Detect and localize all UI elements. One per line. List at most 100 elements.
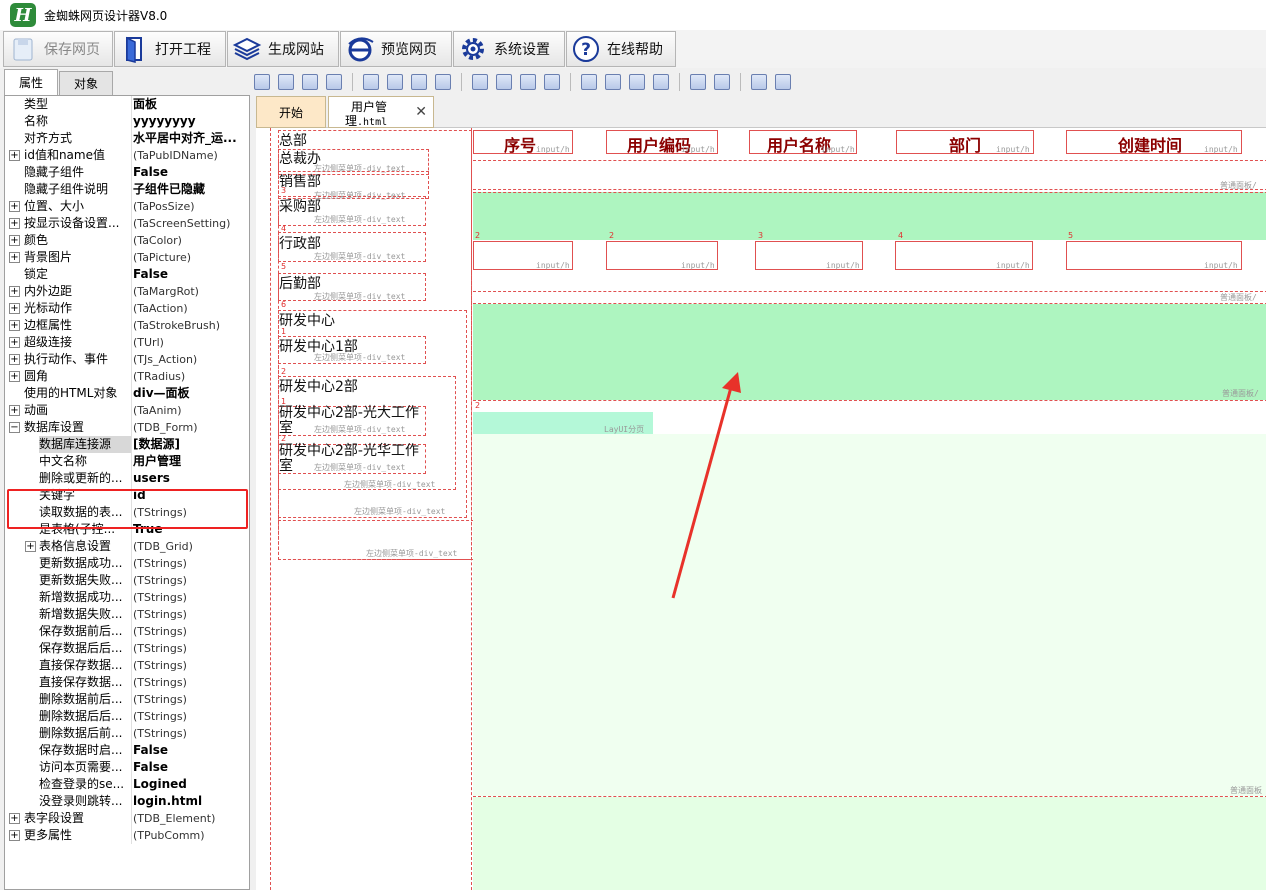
menu-item-headquarters[interactable]: 总部 bbox=[279, 130, 307, 150]
property-value[interactable]: (TStrings) bbox=[131, 674, 249, 691]
property-value[interactable]: (TaColor) bbox=[131, 232, 249, 249]
property-row[interactable]: + 边框属性 (TaStrokeBrush) bbox=[5, 317, 249, 334]
property-row[interactable]: 保存数据后后... (TStrings) bbox=[5, 640, 249, 657]
expand-icon[interactable]: + bbox=[9, 150, 20, 161]
property-value[interactable]: (TaPosSize) bbox=[131, 198, 249, 215]
property-value[interactable]: (TDB_Grid) bbox=[131, 538, 249, 555]
close-tab-icon[interactable]: ✕ bbox=[415, 104, 427, 120]
property-row[interactable]: 删除数据后后... (TStrings) bbox=[5, 708, 249, 725]
property-row[interactable]: 数据库连接源 [数据源] bbox=[5, 436, 249, 453]
property-row[interactable]: + 按显示设备设置... (TaScreenSetting) bbox=[5, 215, 249, 232]
expand-icon[interactable]: + bbox=[25, 541, 36, 552]
property-value[interactable]: (TDB_Element) bbox=[131, 810, 249, 827]
property-row[interactable]: 直接保存数据... (TStrings) bbox=[5, 674, 249, 691]
property-value[interactable]: (TaAction) bbox=[131, 300, 249, 317]
property-row[interactable]: 直接保存数据... (TStrings) bbox=[5, 657, 249, 674]
property-row[interactable]: 检查登录的se... Logined bbox=[5, 776, 249, 793]
distribute-icon[interactable] bbox=[544, 74, 560, 90]
space-horizontal-icon[interactable] bbox=[581, 74, 597, 90]
expand-icon[interactable]: + bbox=[9, 337, 20, 348]
property-row[interactable]: 删除数据后前... (TStrings) bbox=[5, 725, 249, 742]
bring-front-icon[interactable] bbox=[690, 74, 706, 90]
align-top-icon[interactable] bbox=[472, 74, 488, 90]
expand-icon[interactable]: + bbox=[9, 354, 20, 365]
property-value[interactable]: (TStrings) bbox=[131, 691, 249, 708]
property-row[interactable]: + id值和name值 (TaPubIDName) bbox=[5, 147, 249, 164]
property-row[interactable]: 保存数据时启... False bbox=[5, 742, 249, 759]
paste-control-icon[interactable] bbox=[326, 74, 342, 90]
property-value[interactable]: Logined bbox=[131, 776, 249, 793]
property-value[interactable]: (TStrings) bbox=[131, 725, 249, 742]
collapse-icon[interactable]: − bbox=[9, 422, 20, 433]
find-icon[interactable] bbox=[775, 74, 791, 90]
save-page-button[interactable]: 保存网页 bbox=[3, 31, 113, 67]
property-row[interactable]: 类型 面板 bbox=[5, 96, 249, 113]
copy-control-icon[interactable] bbox=[302, 74, 318, 90]
center-horizontal-icon[interactable] bbox=[629, 74, 645, 90]
tab-objects[interactable]: 对象 bbox=[59, 71, 114, 95]
align-center-icon[interactable] bbox=[387, 74, 403, 90]
open-project-button[interactable]: 打开工程 bbox=[114, 31, 226, 67]
property-value[interactable]: yyyyyyyy bbox=[131, 113, 249, 130]
align-middle-icon[interactable] bbox=[496, 74, 512, 90]
property-row[interactable]: 新增数据成功... (TStrings) bbox=[5, 589, 249, 606]
spell-check-icon[interactable] bbox=[751, 74, 767, 90]
menu-item-rd-center[interactable]: 研发中心 bbox=[279, 310, 335, 330]
property-value[interactable]: (TUrl) bbox=[131, 334, 249, 351]
property-value[interactable]: (TStrings) bbox=[131, 572, 249, 589]
property-value[interactable]: (TaMargRot) bbox=[131, 283, 249, 300]
property-value[interactable]: (TStrings) bbox=[131, 657, 249, 674]
property-row[interactable]: 保存数据前后... (TStrings) bbox=[5, 623, 249, 640]
property-value[interactable]: (TStrings) bbox=[131, 640, 249, 657]
tab-user-management-html[interactable]: 用户管 理.html ✕ bbox=[328, 96, 434, 128]
property-row[interactable]: + 动画 (TaAnim) bbox=[5, 402, 249, 419]
align-right-icon[interactable] bbox=[411, 74, 427, 90]
property-row[interactable]: + 表格信息设置 (TDB_Grid) bbox=[5, 538, 249, 555]
property-value[interactable]: 子组件已隐藏 bbox=[131, 181, 249, 198]
align-left-icon[interactable] bbox=[363, 74, 379, 90]
add-control-icon[interactable] bbox=[254, 74, 270, 90]
expand-icon[interactable]: + bbox=[9, 218, 20, 229]
property-value[interactable]: False bbox=[131, 742, 249, 759]
tab-start[interactable]: 开始 bbox=[256, 96, 326, 128]
property-value[interactable]: (TPubComm) bbox=[131, 827, 249, 844]
align-bottom-icon[interactable] bbox=[520, 74, 536, 90]
align-justify-icon[interactable] bbox=[435, 74, 451, 90]
send-back-icon[interactable] bbox=[714, 74, 730, 90]
property-row[interactable]: 更新数据成功... (TStrings) bbox=[5, 555, 249, 572]
property-row[interactable]: 没登录则跳转... login.html bbox=[5, 793, 249, 810]
property-row[interactable]: 更新数据失败... (TStrings) bbox=[5, 572, 249, 589]
property-value[interactable]: 面板 bbox=[131, 96, 249, 113]
property-row[interactable]: 隐藏子组件 False bbox=[5, 164, 249, 181]
property-value[interactable]: 水平居中对齐_运... bbox=[131, 130, 249, 147]
expand-icon[interactable]: + bbox=[9, 405, 20, 416]
preview-page-button[interactable]: 预览网页 bbox=[340, 31, 452, 67]
property-row[interactable]: + 光标动作 (TaAction) bbox=[5, 300, 249, 317]
property-row[interactable]: + 颜色 (TaColor) bbox=[5, 232, 249, 249]
expand-icon[interactable]: + bbox=[9, 320, 20, 331]
property-row[interactable]: 访问本页需要... False bbox=[5, 759, 249, 776]
online-help-button[interactable]: ? 在线帮助 bbox=[566, 31, 676, 67]
property-row[interactable]: 新增数据失败... (TStrings) bbox=[5, 606, 249, 623]
property-row[interactable]: 名称 yyyyyyyy bbox=[5, 113, 249, 130]
property-row[interactable]: 删除或更新的... users bbox=[5, 470, 249, 487]
property-value[interactable]: (TaAnim) bbox=[131, 402, 249, 419]
space-vertical-icon[interactable] bbox=[605, 74, 621, 90]
property-row[interactable]: 对齐方式 水平居中对齐_运... bbox=[5, 130, 249, 147]
property-value[interactable]: (TStrings) bbox=[131, 589, 249, 606]
property-value[interactable]: (TJs_Action) bbox=[131, 351, 249, 368]
property-row[interactable]: 锁定 False bbox=[5, 266, 249, 283]
property-row[interactable]: 删除数据前后... (TStrings) bbox=[5, 691, 249, 708]
tab-properties[interactable]: 属性 bbox=[4, 69, 59, 95]
expand-icon[interactable]: + bbox=[9, 235, 20, 246]
expand-icon[interactable]: + bbox=[9, 252, 20, 263]
property-value[interactable]: (TDB_Form) bbox=[131, 419, 249, 436]
property-value[interactable]: login.html bbox=[131, 793, 249, 810]
property-row[interactable]: + 执行动作、事件 (TJs_Action) bbox=[5, 351, 249, 368]
property-value[interactable]: (TaStrokeBrush) bbox=[131, 317, 249, 334]
property-row[interactable]: − 数据库设置 (TDB_Form) bbox=[5, 419, 249, 436]
property-row[interactable]: + 背景图片 (TaPicture) bbox=[5, 249, 249, 266]
property-value[interactable]: (TaScreenSetting) bbox=[131, 215, 249, 232]
expand-icon[interactable]: + bbox=[9, 371, 20, 382]
property-value[interactable]: div—面板 bbox=[131, 385, 249, 402]
